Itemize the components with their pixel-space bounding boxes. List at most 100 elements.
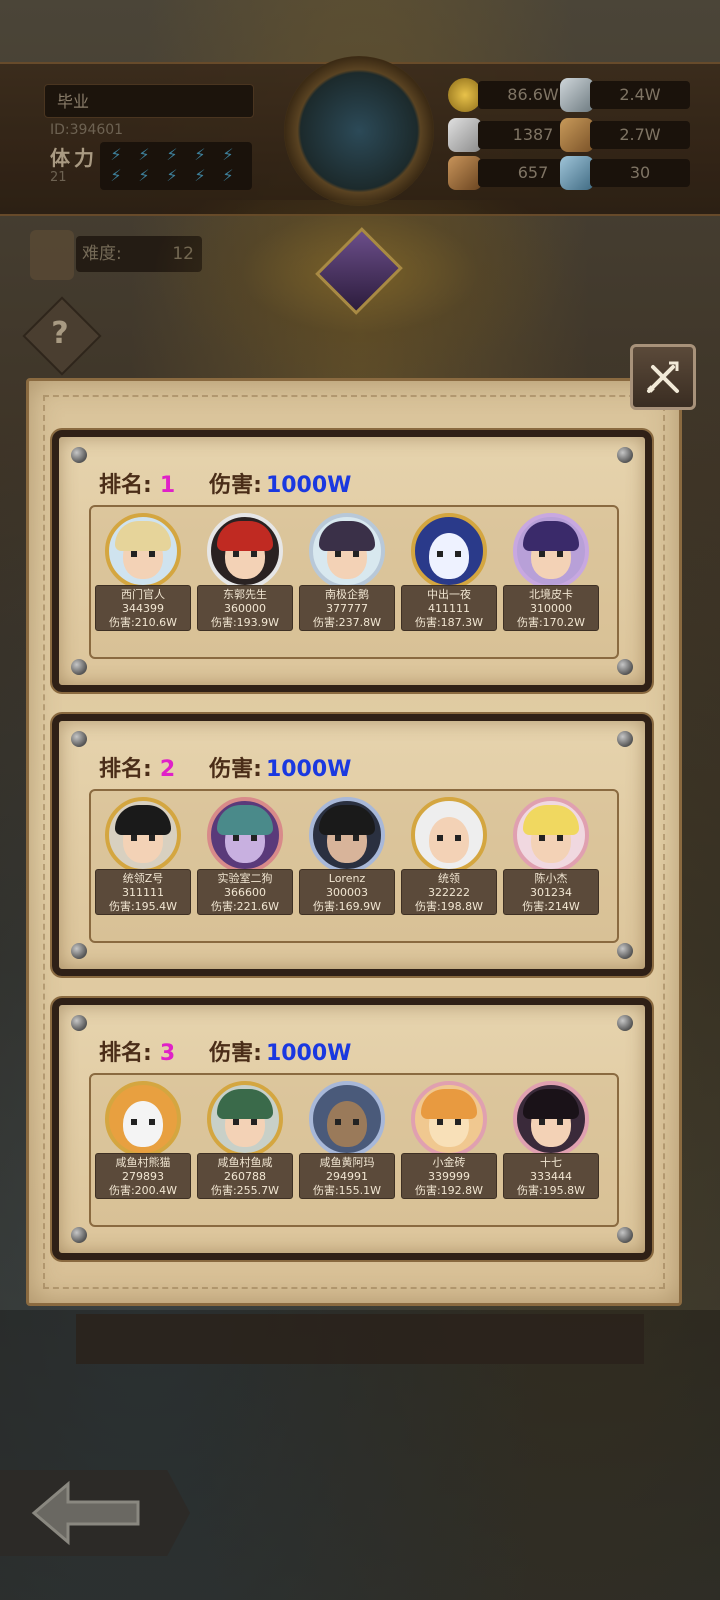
total-damage: 1000W — [265, 473, 352, 498]
lightning-icon: ⚡ — [222, 145, 234, 164]
avatar — [513, 797, 589, 873]
rivet — [617, 731, 633, 747]
lightning-icon: ⚡ — [166, 166, 178, 185]
close-button[interactable] — [630, 344, 696, 410]
rivet — [71, 1015, 87, 1031]
rank-number: 2 — [159, 757, 176, 782]
hero-slot[interactable]: 西门官人 344399 伤害:210.6W — [95, 513, 191, 653]
stamina-bar: ⚡ ⚡ ⚡ ⚡ ⚡ ⚡ ⚡ ⚡ ⚡ ⚡ — [100, 142, 252, 190]
hero-slot[interactable]: 小金砖 339999 伤害:192.8W — [401, 1081, 497, 1221]
boss-portrait[interactable] — [284, 56, 434, 206]
hero-slot[interactable]: 咸鱼村熊猫 279893 伤害:200.4W — [95, 1081, 191, 1221]
lightning-icon: ⚡ — [138, 145, 150, 164]
hero-info: 实验室二狗 366600 伤害:221.6W — [197, 869, 293, 915]
hero-info: 小金砖 339999 伤害:192.8W — [401, 1153, 497, 1199]
avatar — [207, 797, 283, 873]
player-name: 毕业 — [44, 84, 254, 118]
resource-crystal: 2.4W — [560, 78, 690, 112]
resource-leather: 2.7W — [560, 118, 690, 152]
avatar — [309, 1081, 385, 1157]
hero-slot[interactable]: 南极企鹅 377777 伤害:237.8W — [299, 513, 395, 653]
hero-lineup: 西门官人 344399 伤害:210.6W 东郭先生 360000 伤害:193.9W … — [89, 505, 619, 659]
crossed-swords-icon — [647, 361, 679, 393]
avatar — [309, 513, 385, 589]
rank-header: 排名: 1 伤害: 1000W — [99, 473, 352, 498]
avatar — [105, 513, 181, 589]
rank-header: 排名: 2 伤害: 1000W — [99, 757, 352, 782]
hero-info: 东郭先生 360000 伤害:193.9W — [197, 585, 293, 631]
rivet — [617, 943, 633, 959]
back-arrow-icon[interactable] — [28, 1478, 148, 1548]
rivet — [71, 1227, 87, 1243]
hero-lineup: 咸鱼村熊猫 279893 伤害:200.4W 咸鱼村鱼咸 260788 伤害:255.7… — [89, 1073, 619, 1227]
hero-info: 咸鱼村鱼咸 260788 伤害:255.7W — [197, 1153, 293, 1199]
question-mark-icon[interactable]: ? — [34, 308, 86, 360]
avatar — [105, 797, 181, 873]
rank-header: 排名: 3 伤害: 1000W — [99, 1041, 352, 1066]
hero-info: 南极企鹅 377777 伤害:237.8W — [299, 585, 395, 631]
hero-slot[interactable]: 中出一夜 411111 伤害:187.3W — [401, 513, 497, 653]
rank-number: 1 — [159, 473, 176, 498]
rivet — [71, 659, 87, 675]
hero-slot[interactable]: 北境皮卡 310000 伤害:170.2W — [503, 513, 599, 653]
hero-lineup: 统领Z号 311111 伤害:195.4W 实验室二狗 366600 伤害:221.6W… — [89, 789, 619, 943]
rank-card: 排名: 1 伤害: 1000W 西门官人 344399 伤害:210.6W 东郭先生 360… — [52, 430, 652, 692]
stamina-label: 体力 — [50, 146, 98, 170]
lightning-icon: ⚡ — [110, 145, 122, 164]
rank-number: 3 — [159, 1041, 176, 1066]
hero-info: 北境皮卡 310000 伤害:170.2W — [503, 585, 599, 631]
rivet — [617, 1227, 633, 1243]
lightning-icon: ⚡ — [166, 145, 178, 164]
hero-slot[interactable]: 陈小杰 301234 伤害:214W — [503, 797, 599, 937]
avatar — [105, 1081, 181, 1157]
hero-slot[interactable]: 咸鱼黄阿玛 294991 伤害:155.1W — [299, 1081, 395, 1221]
lightning-icon: ⚡ — [194, 166, 206, 185]
hero-info: 统领Z号 311111 伤害:195.4W — [95, 869, 191, 915]
hero-slot[interactable]: 统领 322222 伤害:198.8W — [401, 797, 497, 937]
hero-info: 中出一夜 411111 伤害:187.3W — [401, 585, 497, 631]
avatar — [411, 513, 487, 589]
avatar — [207, 1081, 283, 1157]
ore-icon — [448, 118, 482, 152]
hero-info: 咸鱼村熊猫 279893 伤害:200.4W — [95, 1153, 191, 1199]
lightning-icon: ⚡ — [222, 166, 234, 185]
rivet — [71, 731, 87, 747]
leather-icon — [560, 118, 594, 152]
hero-slot[interactable]: 实验室二狗 366600 伤害:221.6W — [197, 797, 293, 937]
player-id: ID:394601 — [50, 122, 124, 138]
rank-card: 排名: 2 伤害: 1000W 统领Z号 311111 伤害:195.4W 实验室二狗 36… — [52, 714, 652, 976]
rivet — [617, 1015, 633, 1031]
rivet — [617, 659, 633, 675]
wood-log-icon — [448, 156, 482, 190]
hero-slot[interactable]: 东郭先生 360000 伤害:193.9W — [197, 513, 293, 653]
lightning-icon: ⚡ — [194, 145, 206, 164]
lightning-icon: ⚡ — [138, 166, 150, 185]
hero-slot[interactable]: Lorenz 300003 伤害:169.9W — [299, 797, 395, 937]
ice-crystal-icon — [560, 156, 594, 190]
avatar — [513, 1081, 589, 1157]
bottom-bar — [76, 1314, 644, 1364]
hero-slot[interactable]: 统领Z号 311111 伤害:195.4W — [95, 797, 191, 937]
avatar — [411, 797, 487, 873]
resource-ice: 30 — [560, 156, 690, 190]
rivet — [71, 447, 87, 463]
hero-info: Lorenz 300003 伤害:169.9W — [299, 869, 395, 915]
hero-info: 西门官人 344399 伤害:210.6W — [95, 585, 191, 631]
hero-info: 十七 333444 伤害:195.8W — [503, 1153, 599, 1199]
total-damage: 1000W — [265, 757, 352, 782]
hero-info: 统领 322222 伤害:198.8W — [401, 869, 497, 915]
rivet — [617, 447, 633, 463]
rank-card: 排名: 3 伤害: 1000W 咸鱼村熊猫 279893 伤害:200.4W 咸鱼村鱼咸 2… — [52, 998, 652, 1260]
total-damage: 1000W — [265, 1041, 352, 1066]
crystal-icon — [560, 78, 594, 112]
scroll-icon[interactable] — [30, 230, 74, 280]
rivet — [71, 943, 87, 959]
hero-slot[interactable]: 十七 333444 伤害:195.8W — [503, 1081, 599, 1221]
hero-info: 咸鱼黄阿玛 294991 伤害:155.1W — [299, 1153, 395, 1199]
hero-info: 陈小杰 301234 伤害:214W — [503, 869, 599, 915]
hero-slot[interactable]: 咸鱼村鱼咸 260788 伤害:255.7W — [197, 1081, 293, 1221]
avatar — [207, 513, 283, 589]
avatar — [513, 513, 589, 589]
avatar — [411, 1081, 487, 1157]
stamina-value: 21 — [50, 170, 67, 185]
